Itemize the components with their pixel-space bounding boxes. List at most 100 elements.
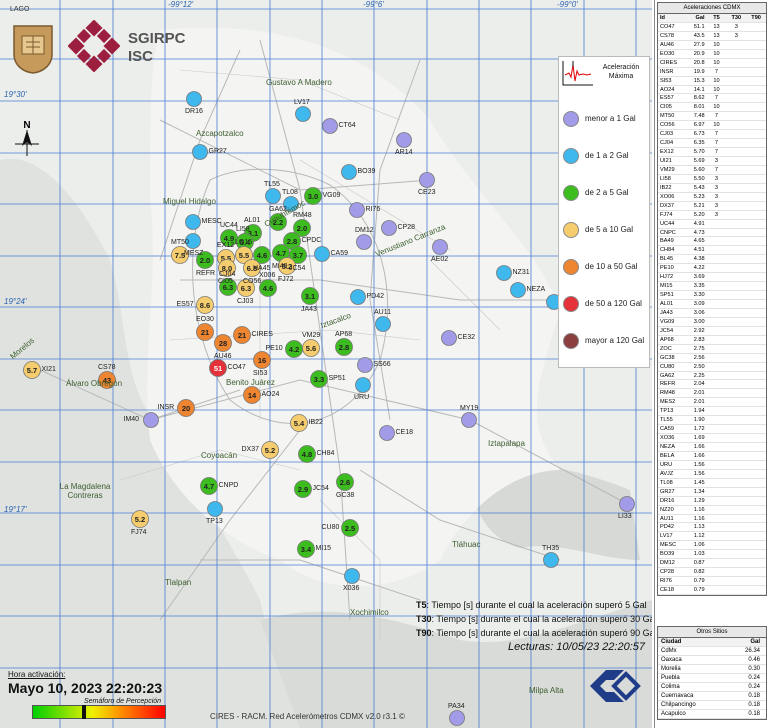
station-marker[interactable] (143, 412, 159, 428)
station-marker[interactable] (441, 330, 457, 346)
station-marker[interactable] (543, 552, 559, 568)
table-cell (746, 255, 766, 263)
station-marker[interactable] (355, 377, 371, 393)
table-cell (746, 121, 766, 129)
table-cell (726, 103, 746, 111)
table-cell (726, 380, 746, 388)
table-cell (726, 336, 746, 344)
station-marker[interactable] (381, 220, 397, 236)
station-marker[interactable] (295, 106, 311, 122)
table-cell (707, 372, 727, 380)
table-cell (746, 139, 766, 147)
station-id-label: REFR (196, 269, 216, 277)
cires-logo-icon (590, 670, 641, 702)
table-cell (707, 523, 727, 531)
table-row: XO06 5.23 3 (658, 193, 766, 202)
table-cell (707, 327, 727, 335)
table-cell (726, 193, 746, 201)
legend-label: de 2 a 5 Gal (585, 188, 629, 197)
side-panel: Aceleraciones CDMX Id Gal T5 T30 T90 CO4… (654, 0, 768, 728)
map-panel[interactable]: 3.0 2.2 2.0 3.1 4.9 5.4 2.8 7.5 5.5 5.5 4.6 4.7 3.7 2… (0, 0, 652, 728)
station-marker[interactable] (207, 501, 223, 517)
table-cell: CI05 (660, 104, 672, 111)
table-cell (746, 515, 766, 523)
station-marker[interactable] (510, 282, 526, 298)
table-cell: 2.83 (693, 336, 705, 343)
table-row: UI21 5.69 3 (658, 157, 766, 166)
station-id-label: EX12 (217, 241, 235, 249)
station-marker[interactable] (192, 144, 208, 160)
station-marker[interactable] (185, 214, 201, 230)
table-cell (707, 497, 727, 505)
station-marker[interactable] (419, 172, 435, 188)
station-marker[interactable] (379, 425, 395, 441)
table-cell: 0.30 (748, 666, 760, 672)
station-id-label: LI33 (618, 512, 632, 520)
table-row: BELA 1.66 (658, 452, 766, 461)
table-cell: 27.9 (693, 41, 705, 48)
table-cell (726, 568, 746, 576)
table-cell: 1.94 (693, 408, 705, 415)
station-marker[interactable] (344, 568, 360, 584)
table-row: EX12 5.70 7 (658, 148, 766, 157)
station-marker[interactable] (357, 357, 373, 373)
table-cell (726, 479, 746, 487)
semaforo-label: Semáforo de Percepción (84, 698, 162, 705)
table-cell (726, 318, 746, 326)
station-id-label: AU11 (374, 308, 391, 316)
table-row: GA62 2.25 (658, 372, 766, 381)
table-cell (746, 497, 766, 505)
station-id-label: LI58 (236, 225, 250, 233)
table-cell (746, 380, 766, 388)
note-t90-text: : Tiempo [s] durante el cual la acelerac… (431, 628, 652, 638)
station-id-label: MESC (201, 218, 222, 225)
station-marker[interactable] (619, 496, 635, 512)
table-cell: DM12 (660, 560, 675, 567)
station-id-label: CO47 (227, 364, 246, 371)
table-cell (746, 103, 766, 111)
table-cell: 5.43 (693, 184, 705, 191)
table-cell: NEZA (660, 444, 675, 450)
table-row: CIRES 20.8 10 (658, 59, 766, 68)
table-cell: 13 (713, 32, 720, 39)
station-marker[interactable] (356, 234, 372, 250)
station-marker[interactable] (186, 91, 202, 107)
table-cell (707, 541, 727, 549)
station-marker[interactable] (265, 188, 281, 204)
table-cell (746, 416, 766, 424)
table-cell (707, 515, 727, 523)
table-cell: AVJZ (660, 470, 674, 477)
station-marker[interactable] (314, 246, 330, 262)
legend-label: de 50 a 120 Gal (585, 299, 642, 308)
table-cell (746, 220, 766, 228)
table-cell (707, 282, 727, 290)
station-marker[interactable] (496, 265, 512, 281)
station-marker[interactable] (349, 202, 365, 218)
semaforo-bar (32, 705, 166, 719)
station-value: 2.0 (297, 224, 307, 233)
table-cell (726, 184, 746, 192)
station-marker[interactable] (449, 710, 465, 726)
station-marker[interactable] (350, 289, 366, 305)
city-label-azcapotzalco: Azcapotzalco (196, 129, 244, 138)
station-marker[interactable] (432, 239, 448, 255)
table-cell: 1.13 (693, 524, 705, 531)
table-row: AO24 14.1 10 (658, 86, 766, 95)
table-row: AL01 3.09 (658, 300, 766, 309)
table-cell (746, 318, 766, 326)
station-id-label: DX37 (241, 446, 260, 453)
table-cell: Chilpancingo (661, 702, 696, 708)
table-cell (707, 407, 727, 415)
table-row: CE18 0.79 (658, 586, 766, 595)
station-id-label: NEZA (526, 286, 546, 293)
station-marker[interactable] (322, 118, 338, 134)
station-marker[interactable] (375, 316, 391, 332)
table-cell (746, 363, 766, 371)
legend-item: menor a 1 Gal (561, 109, 649, 129)
station-marker[interactable] (396, 132, 412, 148)
table-cell (726, 291, 746, 299)
station-marker[interactable] (461, 412, 477, 428)
station-marker[interactable] (341, 164, 357, 180)
col-t90: T90 (751, 15, 761, 21)
lat-label-1: 19°30' (4, 90, 27, 99)
